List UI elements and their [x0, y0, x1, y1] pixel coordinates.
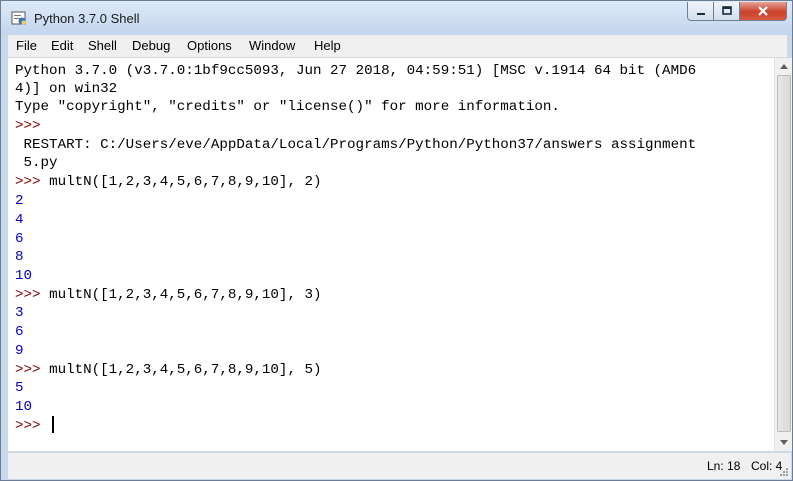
status-column: Col: 4	[751, 459, 783, 473]
shell-command: multN([1,2,3,4,5,6,7,8,9,10], 2)	[49, 174, 322, 190]
output-number: 4	[15, 212, 24, 228]
output-number: 6	[15, 231, 24, 247]
output-number: 9	[15, 343, 24, 359]
scroll-down-button[interactable]	[775, 434, 792, 451]
status-line: Ln: 18	[707, 459, 741, 473]
close-button[interactable]	[740, 2, 787, 21]
menu-bar: File Edit Shell Debug Options Window Hel…	[8, 35, 787, 58]
menu-shell[interactable]: Shell	[88, 38, 117, 53]
output-number: 8	[15, 249, 24, 265]
shell-command-line: >>> multN([1,2,3,4,5,6,7,8,9,10], 2)	[15, 174, 322, 190]
shell-line: 5.py	[15, 155, 58, 171]
arrow-down-icon	[779, 440, 788, 445]
output-number: 3	[15, 305, 24, 321]
shell-line: RESTART: C:/Users/eve/AppData/Local/Prog…	[15, 137, 697, 153]
menu-file[interactable]: File	[16, 38, 37, 53]
maximize-icon	[721, 6, 732, 15]
arrow-up-icon	[779, 64, 788, 69]
title-bar[interactable]: Python 3.7.0 Shell	[1, 1, 792, 35]
window-controls	[687, 2, 787, 21]
status-bar: Ln: 18 Col: 4	[8, 452, 791, 479]
scroll-up-button[interactable]	[775, 58, 792, 75]
menu-edit[interactable]: Edit	[51, 38, 73, 53]
shell-line: 4)] on win32	[15, 81, 118, 97]
output-number: 6	[15, 324, 24, 340]
menu-options[interactable]: Options	[187, 38, 232, 53]
output-number: 2	[15, 193, 24, 209]
idle-shell-window: Python 3.7.0 Shell File Edit Shell Debug…	[0, 0, 793, 481]
minimize-button[interactable]	[687, 2, 714, 21]
maximize-button[interactable]	[714, 2, 740, 21]
menu-window[interactable]: Window	[249, 38, 295, 53]
output-number: 5	[15, 380, 24, 396]
shell-command-line: >>> multN([1,2,3,4,5,6,7,8,9,10], 3)	[15, 287, 322, 303]
shell-command: multN([1,2,3,4,5,6,7,8,9,10], 5)	[49, 362, 322, 378]
shell-command-line: >>> multN([1,2,3,4,5,6,7,8,9,10], 5)	[15, 362, 322, 378]
vertical-scrollbar[interactable]	[774, 58, 792, 451]
output-number: 10	[15, 399, 33, 415]
menu-help[interactable]: Help	[314, 38, 341, 53]
minimize-icon	[696, 13, 705, 15]
shell-prompt: >>>	[15, 418, 50, 434]
shell-command: multN([1,2,3,4,5,6,7,8,9,10], 3)	[49, 287, 322, 303]
python-idle-icon	[11, 11, 26, 25]
window-title: Python 3.7.0 Shell	[34, 11, 140, 26]
output-number: 10	[15, 268, 33, 284]
scrollbar-thumb[interactable]	[777, 75, 791, 432]
shell-line: Type "copyright", "credits" or "license(…	[15, 99, 560, 115]
shell-prompt: >>>	[15, 118, 50, 134]
resize-grip-icon[interactable]	[779, 467, 789, 477]
close-icon	[758, 6, 768, 16]
shell-text-area[interactable]: Python 3.7.0 (v3.7.0:1bf9cc5093, Jun 27 …	[8, 58, 774, 451]
text-cursor	[52, 416, 54, 433]
menu-debug[interactable]: Debug	[132, 38, 170, 53]
shell-line: Python 3.7.0 (v3.7.0:1bf9cc5093, Jun 27 …	[15, 63, 697, 79]
